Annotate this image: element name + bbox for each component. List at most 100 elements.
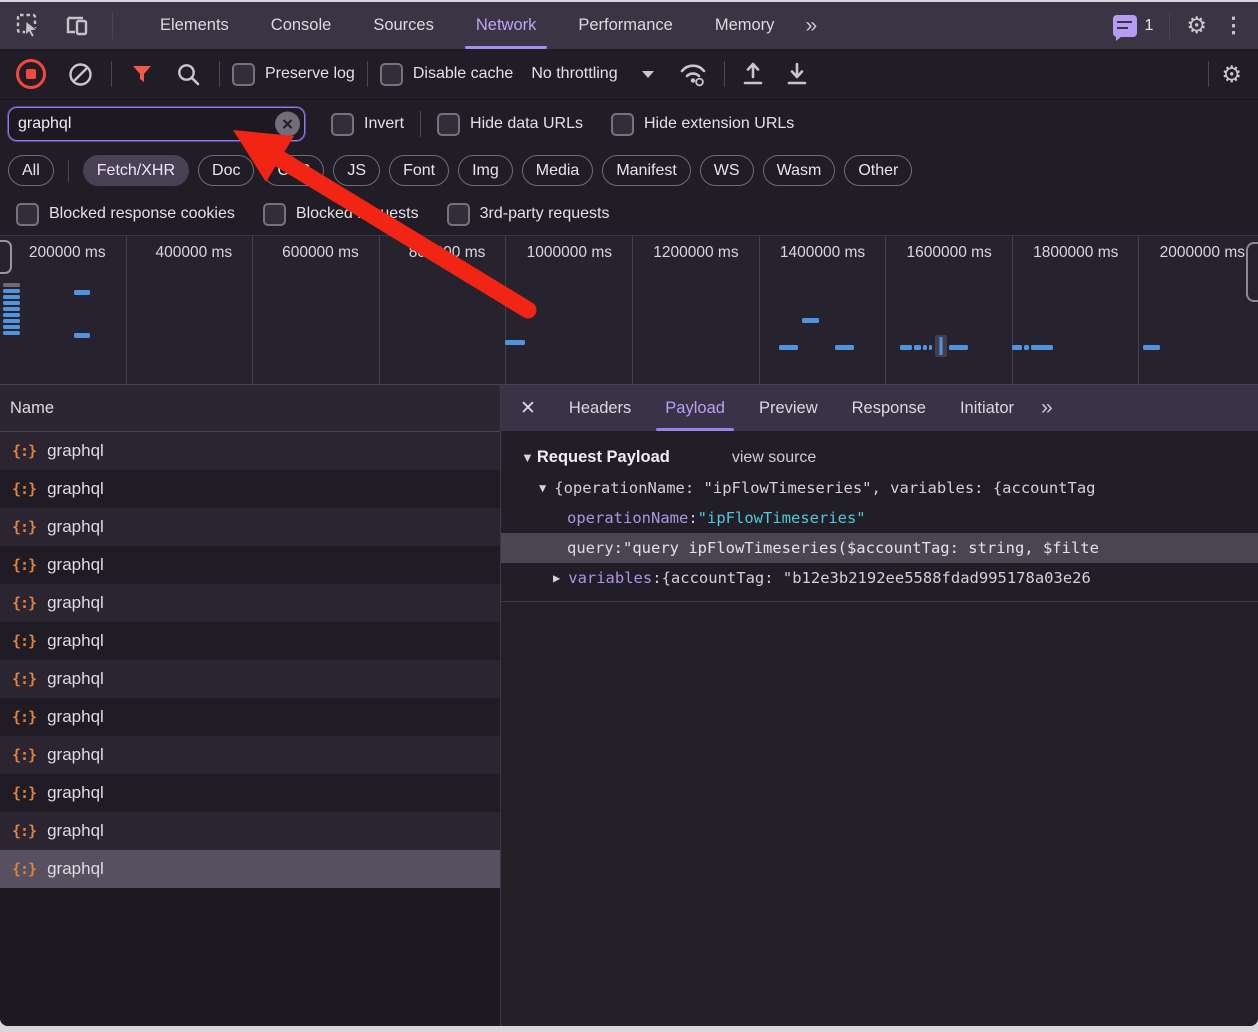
request-timing-bar[interactable] (1024, 345, 1029, 350)
request-timing-bar[interactable] (3, 283, 20, 287)
table-row[interactable]: {:}graphql (0, 774, 500, 812)
request-timing-bar[interactable] (74, 333, 90, 338)
disable-cache-checkbox[interactable]: Disable cache (380, 63, 514, 86)
request-timing-bar[interactable] (779, 345, 798, 350)
device-toolbar-icon[interactable] (64, 13, 90, 39)
request-timing-bar[interactable] (949, 345, 968, 350)
detail-tab-headers[interactable]: Headers (552, 385, 648, 431)
more-detail-tabs-icon[interactable]: » (1031, 396, 1061, 420)
inspect-element-icon[interactable] (16, 13, 42, 39)
blocked-requests-checkbox[interactable]: Blocked requests (263, 203, 419, 226)
name-column-header[interactable]: Name (0, 385, 500, 432)
table-row[interactable]: {:}graphql (0, 584, 500, 622)
collapse-section-icon[interactable]: ▼ (521, 450, 534, 465)
record-network-log-button[interactable] (16, 59, 46, 89)
table-row[interactable]: {:}graphql (0, 508, 500, 546)
request-timing-bar[interactable] (1012, 345, 1022, 350)
clear-network-log-icon[interactable] (68, 62, 93, 87)
expand-caret-icon[interactable]: ▼ (539, 481, 546, 495)
more-tabs-icon[interactable]: » (795, 14, 825, 38)
close-panel-icon[interactable]: ✕ (501, 385, 552, 431)
filter-chip-fetchxhr[interactable]: Fetch/XHR (83, 155, 189, 186)
table-row[interactable]: {:}graphql (0, 432, 500, 470)
filter-chip-other[interactable]: Other (844, 155, 912, 186)
request-timing-bar[interactable] (505, 340, 525, 345)
tab-elements[interactable]: Elements (139, 2, 250, 49)
settings-gear-icon[interactable]: ⚙ (1186, 14, 1207, 37)
detail-tab-initiator[interactable]: Initiator (943, 385, 1031, 431)
invert-checkbox[interactable]: Invert (331, 113, 404, 136)
throttling-select[interactable]: No throttling (531, 65, 653, 83)
tab-memory[interactable]: Memory (694, 2, 796, 49)
request-timing-bar[interactable] (929, 345, 932, 350)
filter-toggle-icon[interactable] (130, 62, 154, 86)
request-timing-bar[interactable] (3, 313, 20, 317)
request-timing-bar[interactable] (914, 345, 921, 350)
kebab-menu-icon[interactable]: ⋮ (1223, 15, 1244, 36)
table-row[interactable]: {:}graphql (0, 660, 500, 698)
search-icon[interactable] (176, 62, 201, 87)
filter-chip-media[interactable]: Media (522, 155, 594, 186)
hide-data-urls-checkbox[interactable]: Hide data URLs (437, 113, 583, 136)
filter-chip-img[interactable]: Img (458, 155, 513, 186)
timeline-tick-label: 1200000 ms (653, 244, 738, 262)
request-timing-bar[interactable] (3, 295, 20, 299)
payload-root-line[interactable]: ▼ {operationName: "ipFlowTimeseries", va… (501, 473, 1258, 503)
table-row[interactable]: {:}graphql (0, 698, 500, 736)
3rd-party-requests-checkbox[interactable]: 3rd-party requests (447, 203, 610, 226)
hide-extension-urls-checkbox[interactable]: Hide extension URLs (611, 113, 794, 136)
import-har-icon[interactable] (741, 61, 765, 87)
request-timing-bar[interactable] (835, 345, 854, 350)
preserve-log-checkbox[interactable]: Preserve log (232, 63, 355, 86)
request-timing-bar[interactable] (923, 345, 927, 350)
request-timing-bar[interactable] (1031, 345, 1053, 350)
table-row[interactable]: {:}graphql (0, 470, 500, 508)
detail-tab-payload[interactable]: Payload (648, 385, 742, 431)
tab-sources[interactable]: Sources (352, 2, 455, 49)
filter-chip-all[interactable]: All (8, 155, 54, 186)
request-timing-marker-selected[interactable] (935, 335, 947, 357)
request-timing-bar[interactable] (3, 289, 20, 293)
filter-input[interactable] (8, 107, 305, 141)
tab-network[interactable]: Network (455, 2, 558, 49)
view-source-link[interactable]: view source (732, 449, 816, 467)
tab-console[interactable]: Console (250, 2, 353, 49)
filter-chip-wasm[interactable]: Wasm (763, 155, 836, 186)
table-row[interactable]: {:}graphql (0, 546, 500, 584)
filter-chip-font[interactable]: Font (389, 155, 449, 186)
network-conditions-icon[interactable] (678, 61, 708, 87)
variables-line[interactable]: ▶ variables: {accountTag: "b12e3b2192ee5… (501, 563, 1258, 593)
detail-tab-response[interactable]: Response (835, 385, 943, 431)
operation-name-line[interactable]: operationName: "ipFlowTimeseries" (501, 503, 1258, 533)
filter-chip-ws[interactable]: WS (700, 155, 754, 186)
clear-filter-icon[interactable]: ✕ (275, 112, 300, 137)
request-timing-bar[interactable] (74, 290, 90, 295)
tab-performance[interactable]: Performance (557, 2, 693, 49)
filter-chip-js[interactable]: JS (333, 155, 380, 186)
filter-chip-css[interactable]: CSS (263, 155, 324, 186)
issues-counter[interactable]: 1 (1113, 15, 1153, 37)
table-row[interactable]: {:}graphql (0, 736, 500, 774)
table-row[interactable]: {:}graphql (0, 622, 500, 660)
request-timing-bar[interactable] (1143, 345, 1160, 350)
network-settings-gear-icon[interactable]: ⚙ (1221, 63, 1242, 86)
request-timing-bar[interactable] (3, 319, 20, 323)
filter-chip-manifest[interactable]: Manifest (602, 155, 690, 186)
timeline-overview[interactable]: 200000 ms400000 ms600000 ms800000 ms1000… (0, 235, 1258, 385)
request-timing-bar[interactable] (3, 307, 20, 311)
request-timing-bar[interactable] (802, 318, 819, 323)
request-timing-bar[interactable] (3, 301, 20, 305)
filter-chip-doc[interactable]: Doc (198, 155, 254, 186)
blocked-response-cookies-checkbox[interactable]: Blocked response cookies (16, 203, 235, 226)
detail-tab-preview[interactable]: Preview (742, 385, 835, 431)
request-timing-bar[interactable] (900, 345, 912, 350)
expand-caret-icon[interactable]: ▶ (553, 571, 560, 585)
table-row[interactable]: {:}graphql (0, 850, 500, 888)
request-timing-bar[interactable] (3, 331, 20, 335)
export-har-icon[interactable] (785, 61, 809, 87)
timeline-tick-label: 200000 ms (29, 244, 106, 262)
query-line-selected[interactable]: query: "query ipFlowTimeseries($accountT… (501, 533, 1258, 563)
timeline-column: 1800000 ms (1013, 236, 1140, 384)
table-row[interactable]: {:}graphql (0, 812, 500, 850)
request-timing-bar[interactable] (3, 325, 20, 329)
